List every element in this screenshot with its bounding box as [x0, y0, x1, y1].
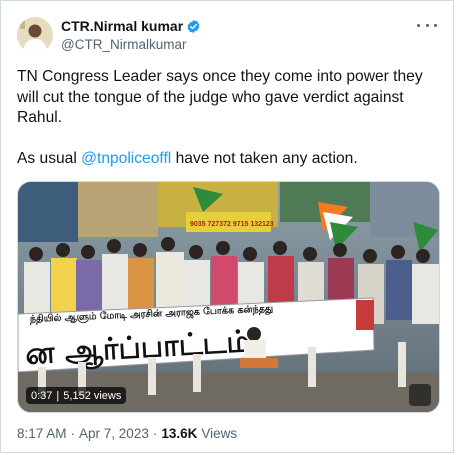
- views-label: Views: [201, 426, 238, 441]
- mention-link[interactable]: @tnpoliceoffl: [81, 150, 171, 167]
- views-count[interactable]: 13.6K: [161, 426, 197, 441]
- tweet-paragraph-2-suffix: have not taken any action.: [171, 150, 358, 167]
- video-duration: 0:37: [31, 389, 53, 402]
- overlay-separator: |: [56, 389, 60, 402]
- tweet-paragraph-1: TN Congress Leader says once they come i…: [17, 68, 423, 126]
- tweet-card[interactable]: CTR.Nirmal kumar @CTR_Nirmalkumar TN Con…: [0, 0, 454, 453]
- video-thumbnail[interactable]: 9035 727372 9715 132123 ந்தியில் ஆளும் ம…: [18, 182, 440, 413]
- more-icon[interactable]: [417, 17, 437, 33]
- tweet-paragraph-2: As usual @tnpoliceoffl have not taken an…: [17, 149, 442, 170]
- avatar[interactable]: [17, 17, 53, 53]
- tweet-date[interactable]: Apr 7, 2023: [79, 426, 149, 441]
- author-handle[interactable]: @CTR_Nirmalkumar: [61, 37, 186, 52]
- video-views: 5,152 views: [63, 389, 122, 402]
- sign-numbers: 9035 727372 9715 132123: [190, 221, 274, 228]
- meta-separator-2: ·: [152, 426, 158, 441]
- author-name-row[interactable]: CTR.Nirmal kumar: [61, 18, 201, 34]
- video-player[interactable]: 9035 727372 9715 132123 ந்தியில் ஆளும் ம…: [17, 181, 440, 413]
- tweet-text: TN Congress Leader says once they come i…: [17, 67, 442, 170]
- tweet-paragraph-2-prefix: As usual: [17, 150, 82, 167]
- tweet-time[interactable]: 8:17 AM: [17, 426, 67, 441]
- gif-badge-icon: [409, 384, 431, 406]
- meta-separator: ·: [70, 426, 76, 441]
- tweet-meta: 8:17 AM · Apr 7, 2023 · 13.6K Views: [17, 426, 237, 441]
- verified-badge-icon: [187, 19, 200, 33]
- author-display-name[interactable]: CTR.Nirmal kumar: [61, 18, 183, 34]
- video-duration-views: 0:37 | 5,152 views: [26, 387, 127, 404]
